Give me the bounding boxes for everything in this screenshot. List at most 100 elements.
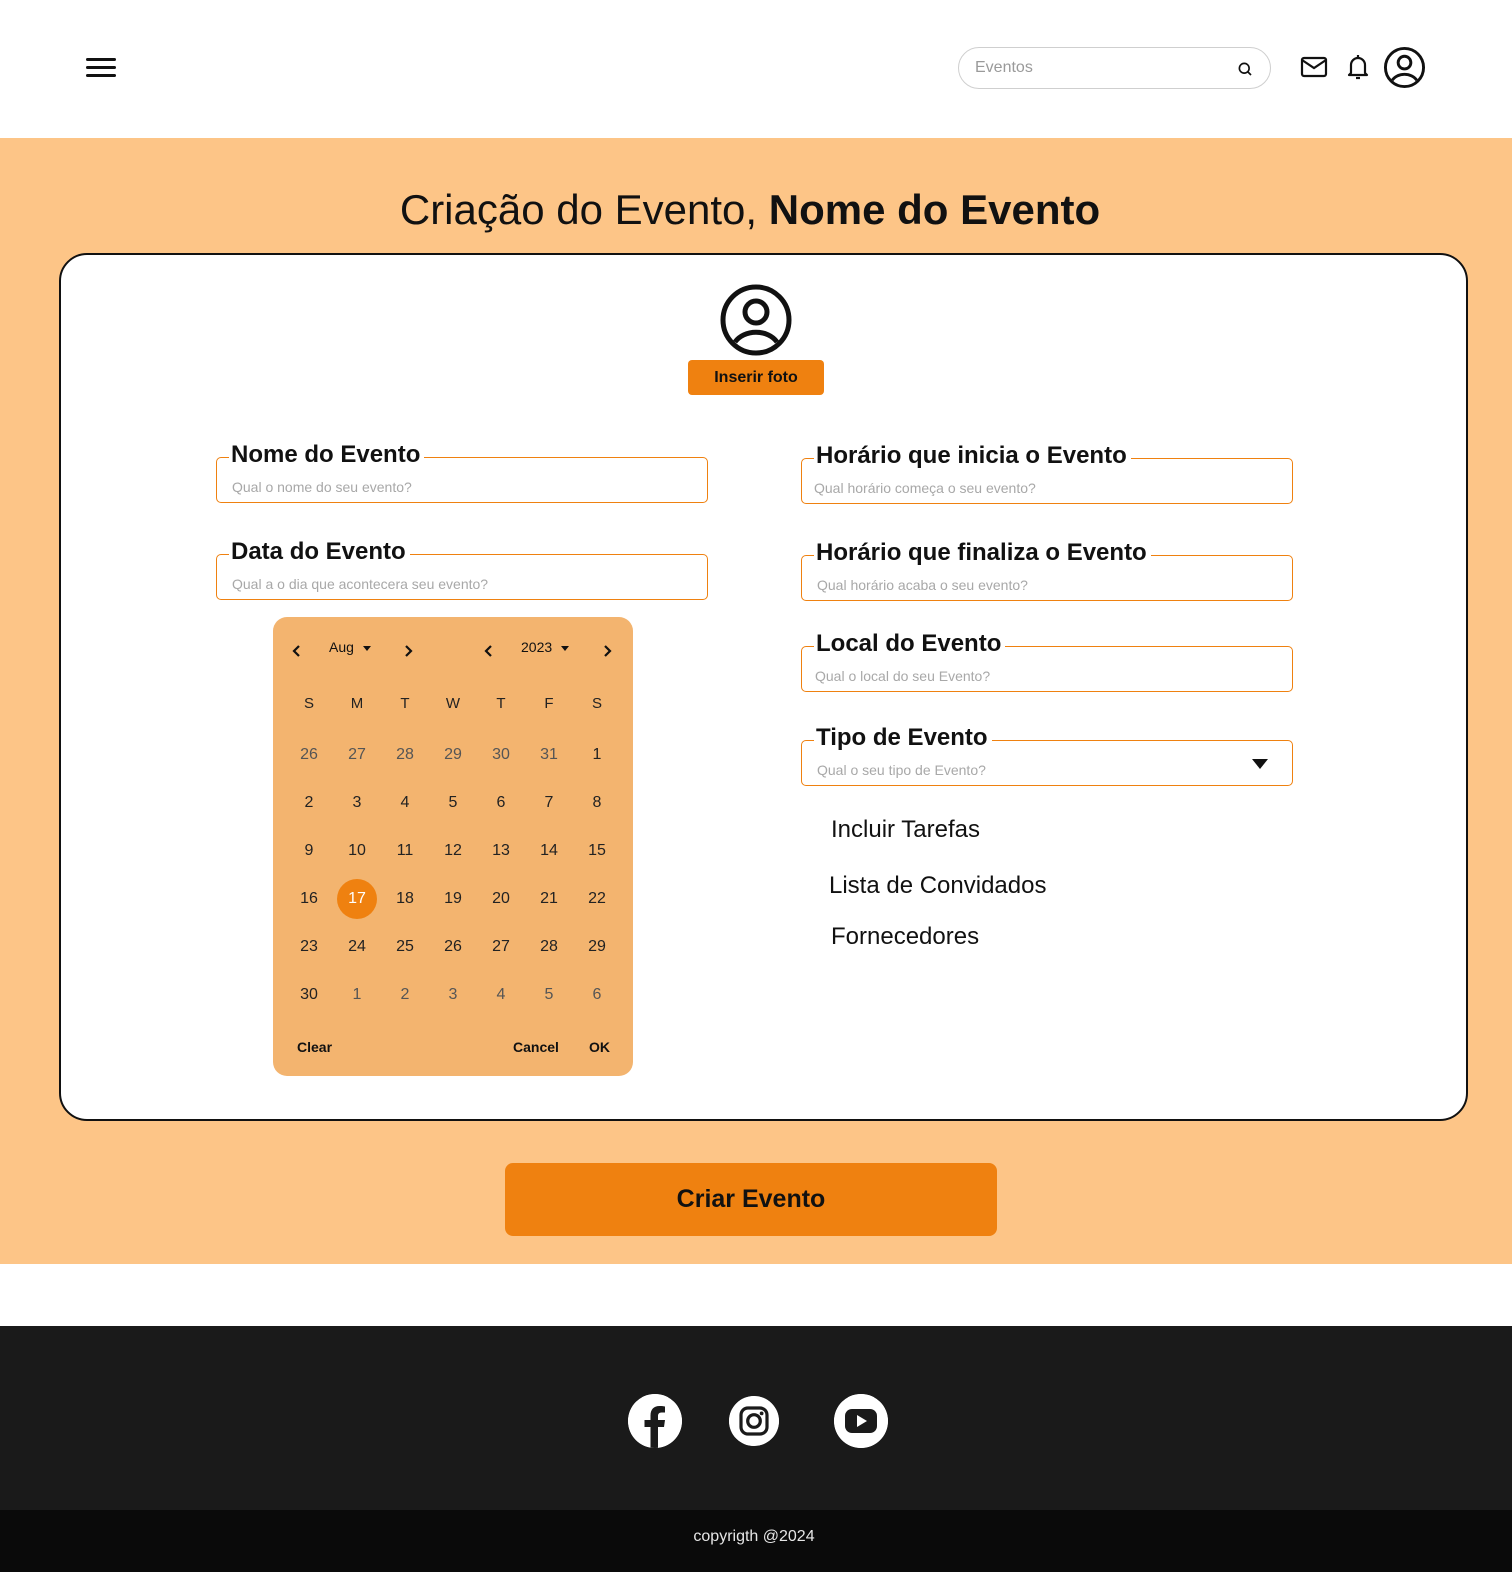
event-location-input[interactable] <box>815 665 1255 687</box>
calendar-day[interactable]: 10 <box>333 827 381 875</box>
calendar-day[interactable]: 20 <box>477 875 525 923</box>
calendar-day-number: 2 <box>304 794 314 811</box>
calendar-day[interactable]: 25 <box>381 923 429 971</box>
hamburger-menu-icon[interactable] <box>86 55 118 81</box>
event-name-input[interactable] <box>232 476 672 498</box>
calendar-day[interactable]: 27 <box>333 731 381 779</box>
calendar-day[interactable]: 26 <box>429 923 477 971</box>
calendar-day-number: 11 <box>396 842 414 859</box>
weekday-label: T <box>496 694 506 712</box>
calendar-day[interactable]: 12 <box>429 827 477 875</box>
start-time-field[interactable]: Horário que inicia o Evento <box>801 442 1293 504</box>
calendar-day[interactable]: 4 <box>381 779 429 827</box>
calendar-day[interactable]: 27 <box>477 923 525 971</box>
calendar-clear-button[interactable]: Clear <box>297 1039 332 1055</box>
calendar-day[interactable]: 6 <box>477 779 525 827</box>
weekday-label: W <box>445 694 461 712</box>
calendar-day[interactable]: 9 <box>285 827 333 875</box>
calendar-day[interactable]: 31 <box>525 731 573 779</box>
calendar-day[interactable]: 28 <box>525 923 573 971</box>
calendar-day-number: 6 <box>592 986 602 1003</box>
calendar-day-selected[interactable]: 17 <box>333 875 381 923</box>
calendar-day[interactable]: 22 <box>573 875 621 923</box>
calendar-day-number: 8 <box>592 794 602 811</box>
instagram-icon[interactable] <box>729 1396 779 1446</box>
start-time-input[interactable] <box>814 477 1254 499</box>
search-icon[interactable] <box>1236 60 1254 78</box>
calendar-day[interactable]: 1 <box>573 731 621 779</box>
user-profile-icon[interactable] <box>1383 46 1426 89</box>
calendar-day[interactable]: 3 <box>333 779 381 827</box>
calendar-day[interactable]: 2 <box>381 971 429 1019</box>
year-select-label: 2023 <box>521 639 553 655</box>
calendar-ok-button[interactable]: OK <box>589 1039 610 1055</box>
next-year-chevron-icon[interactable] <box>597 641 617 661</box>
calendar-day[interactable]: 7 <box>525 779 573 827</box>
calendar-day-number: 7 <box>544 794 554 811</box>
calendar-day[interactable]: 29 <box>573 923 621 971</box>
calendar-day[interactable]: 15 <box>573 827 621 875</box>
calendar-day-number: 22 <box>588 890 606 907</box>
footer <box>0 1326 1512 1510</box>
calendar-day[interactable]: 6 <box>573 971 621 1019</box>
insert-photo-button[interactable]: Inserir foto <box>688 360 824 395</box>
event-type-dropdown-icon[interactable] <box>1252 759 1268 769</box>
calendar-day[interactable]: 28 <box>381 731 429 779</box>
calendar-day[interactable]: 29 <box>429 731 477 779</box>
search-bar[interactable] <box>958 47 1271 89</box>
calendar-day-number: 6 <box>496 794 506 811</box>
calendar-day[interactable]: 13 <box>477 827 525 875</box>
copyright-text: copyrigth @2024 <box>693 1528 815 1545</box>
guest-list-link[interactable]: Lista de Convidados <box>829 872 1046 900</box>
prev-month-chevron-icon[interactable] <box>287 641 307 661</box>
calendar-day[interactable]: 5 <box>525 971 573 1019</box>
calendar-day[interactable]: 16 <box>285 875 333 923</box>
calendar-day-number: 30 <box>300 986 318 1003</box>
bell-icon[interactable] <box>1346 53 1370 81</box>
facebook-icon[interactable] <box>628 1394 682 1448</box>
calendar-day[interactable]: 30 <box>477 731 525 779</box>
calendar-day[interactable]: 23 <box>285 923 333 971</box>
event-location-field[interactable]: Local do Evento <box>801 630 1293 692</box>
calendar-day[interactable]: 8 <box>573 779 621 827</box>
month-select[interactable]: Aug <box>329 639 371 655</box>
calendar-day[interactable]: 4 <box>477 971 525 1019</box>
calendar-cancel-button[interactable]: Cancel <box>513 1039 559 1055</box>
calendar-day-number: 9 <box>304 842 314 859</box>
youtube-icon[interactable] <box>834 1394 888 1448</box>
page-title: Criação do Evento, Nome do Evento <box>0 186 1500 234</box>
create-event-button[interactable]: Criar Evento <box>505 1163 997 1236</box>
calendar-day[interactable]: 5 <box>429 779 477 827</box>
prev-year-chevron-icon[interactable] <box>479 641 499 661</box>
calendar-day-number: 27 <box>492 938 510 955</box>
suppliers-link[interactable]: Fornecedores <box>831 923 979 951</box>
mail-icon[interactable] <box>1300 55 1328 79</box>
event-type-input[interactable] <box>817 759 1257 781</box>
calendar-day[interactable]: 3 <box>429 971 477 1019</box>
calendar-day[interactable]: 2 <box>285 779 333 827</box>
end-time-field[interactable]: Horário que finaliza o Evento <box>801 539 1293 601</box>
next-month-chevron-icon[interactable] <box>398 641 418 661</box>
event-name-field[interactable]: Nome do Evento <box>216 441 708 503</box>
calendar-day[interactable]: 11 <box>381 827 429 875</box>
calendar-week-row: 23 24 25 26 27 28 29 <box>285 923 621 971</box>
weekday-label: S <box>303 694 314 712</box>
year-select[interactable]: 2023 <box>521 639 570 655</box>
calendar-day[interactable]: 24 <box>333 923 381 971</box>
calendar-day[interactable]: 18 <box>381 875 429 923</box>
end-time-input[interactable] <box>817 574 1257 596</box>
calendar-day[interactable]: 14 <box>525 827 573 875</box>
month-select-label: Aug <box>329 639 354 655</box>
calendar-day-number: 13 <box>492 842 510 859</box>
event-date-input[interactable] <box>232 573 672 595</box>
include-tasks-link[interactable]: Incluir Tarefas <box>831 816 980 844</box>
calendar-day[interactable]: 21 <box>525 875 573 923</box>
event-date-field[interactable]: Data do Evento <box>216 538 708 600</box>
calendar-day[interactable]: 19 <box>429 875 477 923</box>
calendar-day-number: 17 <box>337 879 377 919</box>
calendar-day[interactable]: 26 <box>285 731 333 779</box>
calendar-day[interactable]: 1 <box>333 971 381 1019</box>
event-type-select[interactable]: Tipo de Evento <box>801 724 1293 786</box>
calendar-day[interactable]: 30 <box>285 971 333 1019</box>
search-input[interactable] <box>975 56 1225 80</box>
